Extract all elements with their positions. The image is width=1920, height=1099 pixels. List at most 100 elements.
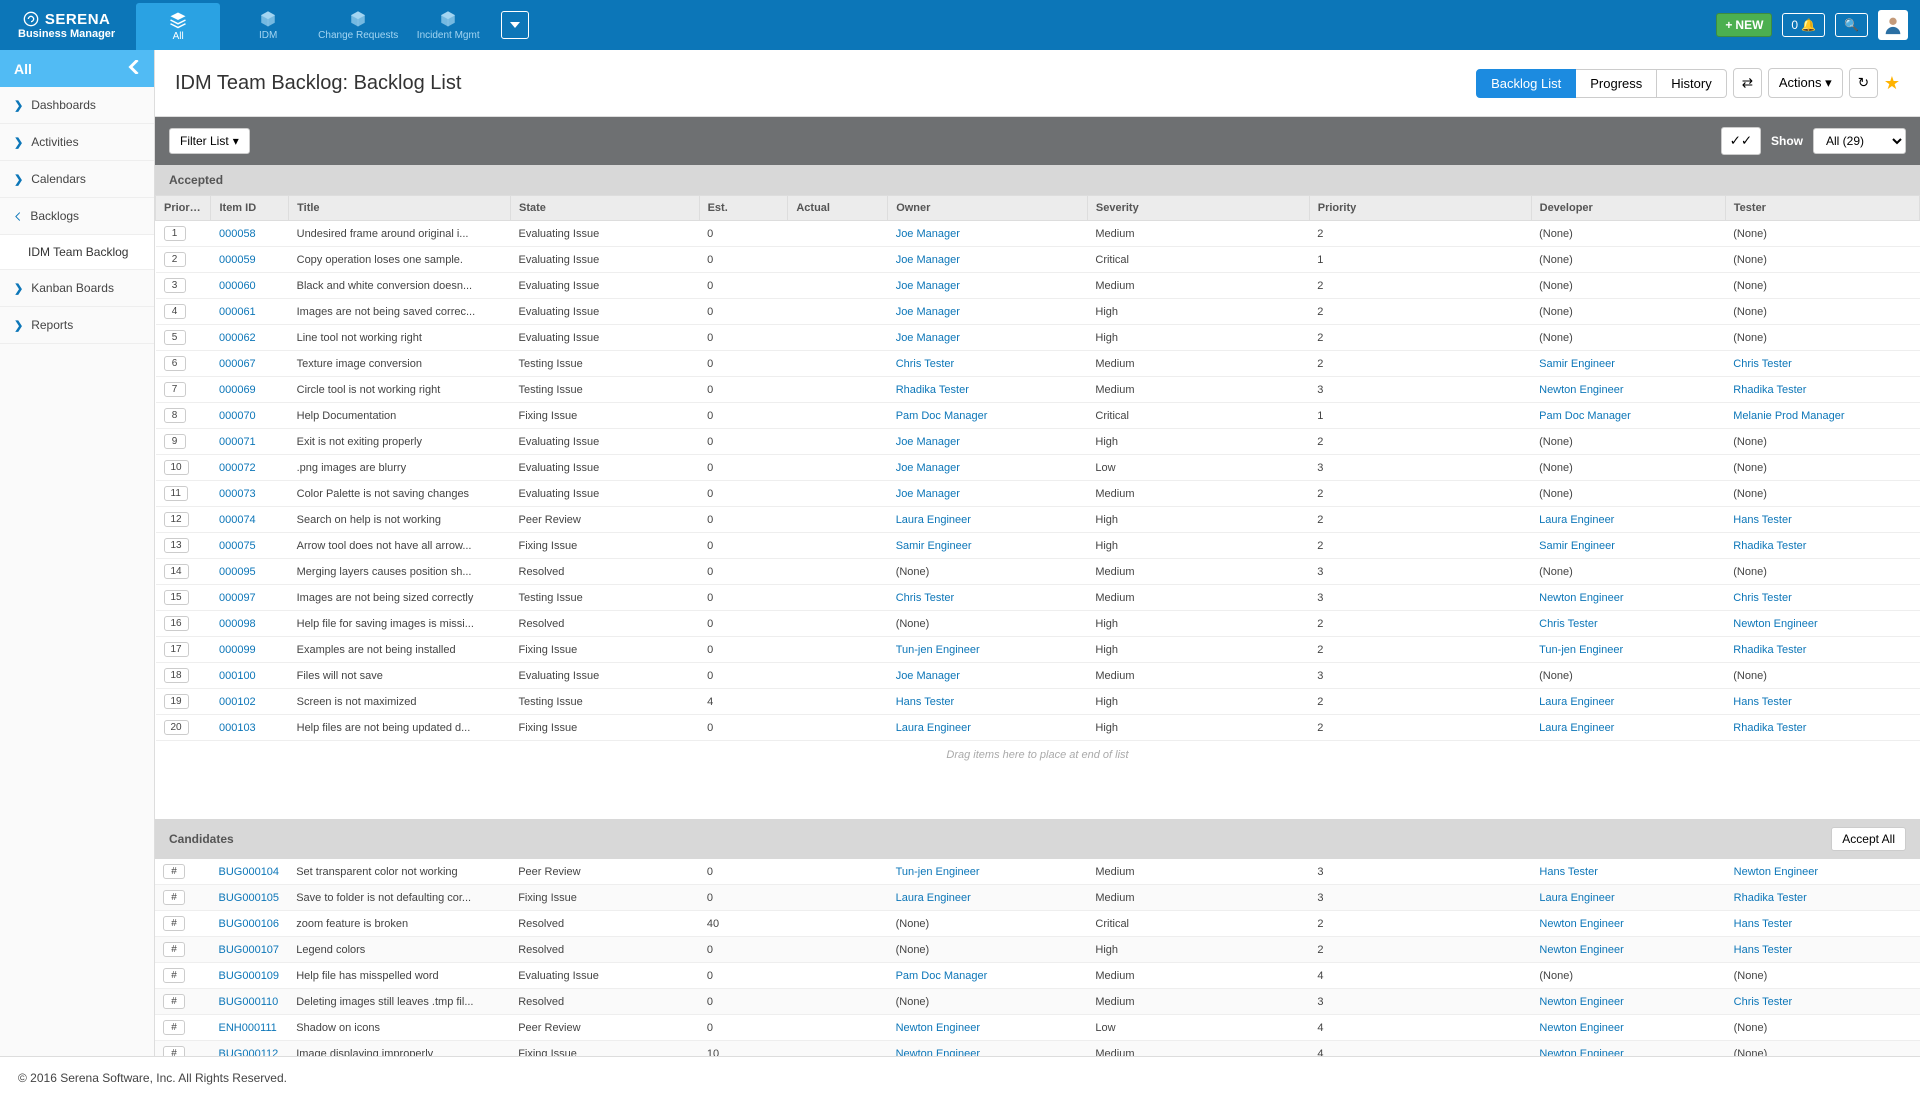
sidebar-item-calendars[interactable]: ❯Calendars <box>0 161 154 198</box>
item-id-link[interactable]: 000098 <box>219 618 256 630</box>
table-row[interactable]: #BUG000104Set transparent color not work… <box>155 859 1920 885</box>
view-tab-backlog-list[interactable]: Backlog List <box>1476 69 1576 98</box>
sidebar-item-activities[interactable]: ❯Activities <box>0 124 154 161</box>
developer-link[interactable]: Newton Engineer <box>1539 996 1623 1008</box>
tester-link[interactable]: Rhadika Tester <box>1733 722 1806 734</box>
accept-all-button[interactable]: Accept All <box>1831 827 1906 851</box>
table-row[interactable]: #BUG000105Save to folder is not defaulti… <box>155 885 1920 911</box>
developer-link[interactable]: Newton Engineer <box>1539 944 1623 956</box>
tester-link[interactable]: Hans Tester <box>1733 514 1792 526</box>
item-id-link[interactable]: 000073 <box>219 488 256 500</box>
priority-box[interactable]: 20 <box>164 720 189 735</box>
priority-box[interactable]: # <box>163 916 185 931</box>
table-row[interactable]: 7000069Circle tool is not working rightT… <box>156 377 1920 403</box>
sidebar-sub-item[interactable]: IDM Team Backlog <box>0 235 154 270</box>
column-header[interactable]: Tester <box>1725 196 1919 221</box>
priority-box[interactable]: 14 <box>164 564 189 579</box>
column-header[interactable]: Title <box>289 196 511 221</box>
owner-link[interactable]: Joe Manager <box>896 228 960 240</box>
priority-box[interactable]: # <box>163 890 185 905</box>
developer-link[interactable]: Newton Engineer <box>1539 592 1623 604</box>
item-id-link[interactable]: BUG000105 <box>219 892 280 904</box>
tester-link[interactable]: Hans Tester <box>1734 944 1793 956</box>
column-header[interactable]: Priority <box>1309 196 1531 221</box>
nav-more-dropdown[interactable] <box>501 11 529 39</box>
priority-box[interactable]: # <box>163 1020 185 1035</box>
column-header[interactable]: Est. <box>699 196 788 221</box>
table-row[interactable]: 18000100Files will not saveEvaluating Is… <box>156 663 1920 689</box>
owner-link[interactable]: Samir Engineer <box>896 540 972 552</box>
developer-link[interactable]: Pam Doc Manager <box>1539 410 1631 422</box>
actions-dropdown[interactable]: Actions ▾ <box>1768 68 1843 98</box>
priority-box[interactable]: 8 <box>164 408 186 423</box>
developer-link[interactable]: Hans Tester <box>1539 866 1598 878</box>
select-all-button[interactable]: ✓✓ <box>1721 127 1761 155</box>
collapse-sidebar-button[interactable] <box>128 60 140 77</box>
table-row[interactable]: #BUG000109Help file has misspelled wordE… <box>155 963 1920 989</box>
favorite-button[interactable]: ★ <box>1884 73 1900 94</box>
priority-box[interactable]: 10 <box>164 460 189 475</box>
priority-box[interactable]: 15 <box>164 590 189 605</box>
developer-link[interactable]: Laura Engineer <box>1539 892 1614 904</box>
tester-link[interactable]: Chris Tester <box>1734 996 1792 1008</box>
developer-link[interactable]: Samir Engineer <box>1539 540 1615 552</box>
item-id-link[interactable]: BUG000110 <box>219 996 279 1008</box>
item-id-link[interactable]: BUG000106 <box>219 918 280 930</box>
table-row[interactable]: 8000070Help DocumentationFixing Issue0Pa… <box>156 403 1920 429</box>
item-id-link[interactable]: 000062 <box>219 332 256 344</box>
table-row[interactable]: 10000072.png images are blurryEvaluating… <box>156 455 1920 481</box>
tester-link[interactable]: Newton Engineer <box>1734 866 1818 878</box>
item-id-link[interactable]: 000095 <box>219 566 256 578</box>
priority-box[interactable]: # <box>163 1046 185 1056</box>
table-row[interactable]: 16000098Help file for saving images is m… <box>156 611 1920 637</box>
item-id-link[interactable]: BUG000112 <box>219 1048 279 1057</box>
item-id-link[interactable]: 000099 <box>219 644 256 656</box>
developer-link[interactable]: Newton Engineer <box>1539 1048 1623 1057</box>
priority-box[interactable]: 3 <box>164 278 186 293</box>
notification-button[interactable]: 0 🔔 <box>1782 13 1825 37</box>
developer-link[interactable]: Laura Engineer <box>1539 722 1614 734</box>
priority-box[interactable]: 13 <box>164 538 189 553</box>
item-id-link[interactable]: 000097 <box>219 592 256 604</box>
owner-link[interactable]: Newton Engineer <box>896 1022 980 1034</box>
priority-box[interactable]: 1 <box>164 226 186 241</box>
table-row[interactable]: 5000062Line tool not working rightEvalua… <box>156 325 1920 351</box>
priority-box[interactable]: # <box>163 968 185 983</box>
table-row[interactable]: 15000097Images are not being sized corre… <box>156 585 1920 611</box>
priority-box[interactable]: 4 <box>164 304 186 319</box>
item-id-link[interactable]: BUG000104 <box>219 866 280 878</box>
owner-link[interactable]: Joe Manager <box>896 306 960 318</box>
table-row[interactable]: 2000059Copy operation loses one sample.E… <box>156 247 1920 273</box>
sidebar-item-kanban-boards[interactable]: ❯Kanban Boards <box>0 270 154 307</box>
table-row[interactable]: 17000099Examples are not being installed… <box>156 637 1920 663</box>
owner-link[interactable]: Tun-jen Engineer <box>896 644 980 656</box>
table-row[interactable]: 14000095Merging layers causes position s… <box>156 559 1920 585</box>
owner-link[interactable]: Laura Engineer <box>896 514 971 526</box>
developer-link[interactable]: Newton Engineer <box>1539 384 1623 396</box>
item-id-link[interactable]: ENH000111 <box>219 1022 277 1034</box>
avatar[interactable] <box>1878 10 1908 40</box>
column-header[interactable]: Prior… <box>156 196 211 221</box>
owner-link[interactable]: Laura Engineer <box>896 892 971 904</box>
table-row[interactable]: #ENH000111Shadow on iconsPeer Review0New… <box>155 1015 1920 1041</box>
tester-link[interactable]: Rhadika Tester <box>1733 384 1806 396</box>
priority-box[interactable]: 7 <box>164 382 186 397</box>
item-id-link[interactable]: 000061 <box>219 306 256 318</box>
item-id-link[interactable]: 000103 <box>219 722 256 734</box>
table-row[interactable]: 12000074Search on help is not workingPee… <box>156 507 1920 533</box>
owner-link[interactable]: Tun-jen Engineer <box>896 866 980 878</box>
column-header[interactable]: Item ID <box>211 196 289 221</box>
tester-link[interactable]: Chris Tester <box>1733 592 1791 604</box>
owner-link[interactable]: Joe Manager <box>896 332 960 344</box>
priority-box[interactable]: 12 <box>164 512 189 527</box>
priority-box[interactable]: # <box>163 864 185 879</box>
developer-link[interactable]: Laura Engineer <box>1539 696 1614 708</box>
owner-link[interactable]: Joe Manager <box>896 254 960 266</box>
table-row[interactable]: 1000058Undesired frame around original i… <box>156 221 1920 247</box>
search-button[interactable]: 🔍 <box>1835 13 1868 37</box>
priority-box[interactable]: # <box>163 942 185 957</box>
tester-link[interactable]: Hans Tester <box>1734 918 1793 930</box>
refresh-button[interactable]: ↻ <box>1849 68 1878 98</box>
priority-box[interactable]: # <box>163 994 185 1009</box>
owner-link[interactable]: Hans Tester <box>896 696 955 708</box>
